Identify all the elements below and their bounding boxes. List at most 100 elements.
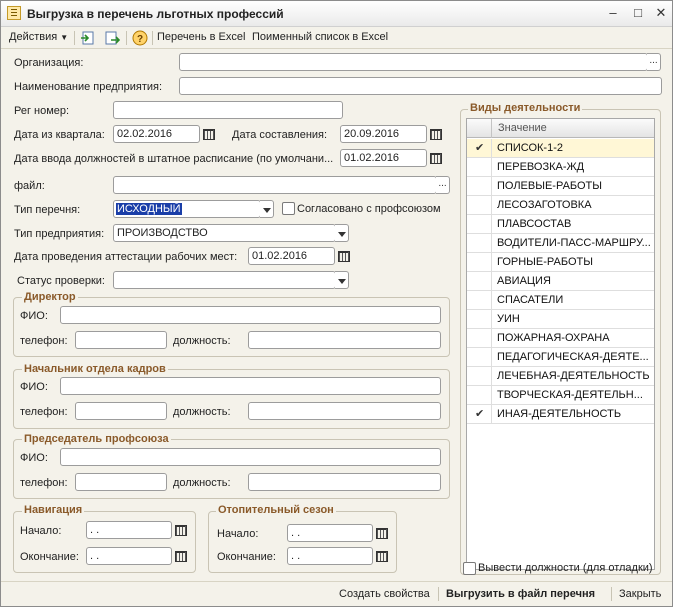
row-check-cell[interactable] bbox=[467, 310, 492, 329]
list-item[interactable]: ✔ ИНАЯ-ДЕЯТЕЛЬНОСТЬ bbox=[467, 405, 654, 424]
list-item[interactable]: ЛЕЧЕБНАЯ-ДЕЯТЕЛЬНОСТЬ bbox=[467, 367, 654, 386]
list-item[interactable]: СПАСАТЕЛИ bbox=[467, 291, 654, 310]
list-item[interactable]: ✔ СПИСОК-1-2 bbox=[467, 139, 654, 158]
close-window-button[interactable]: ✕ bbox=[652, 5, 670, 21]
toolbar-separator bbox=[74, 31, 75, 45]
debug-checkbox[interactable] bbox=[463, 562, 476, 575]
window-title: Выгрузка в перечень льготных профессий bbox=[27, 7, 284, 21]
agreed-checkbox[interactable] bbox=[282, 202, 295, 215]
union-position-field[interactable] bbox=[248, 473, 441, 491]
excel-names-button[interactable]: Поименный список в Excel bbox=[252, 30, 388, 44]
director-position-field[interactable] bbox=[248, 331, 441, 349]
row-check-cell[interactable] bbox=[467, 177, 492, 196]
list-item[interactable]: ПЕДАГОГИЧЕСКАЯ-ДЕЯТЕ... bbox=[467, 348, 654, 367]
director-phone-field[interactable] bbox=[75, 331, 167, 349]
list-item[interactable]: АВИАЦИЯ bbox=[467, 272, 654, 291]
file-label: файл: bbox=[14, 180, 45, 192]
navigation-start-field[interactable]: . . bbox=[86, 521, 172, 539]
list-item[interactable]: ВОДИТЕЛИ-ПАСС-МАРШРУ... bbox=[467, 234, 654, 253]
calendar-icon[interactable] bbox=[374, 525, 388, 541]
row-check-cell[interactable] bbox=[467, 348, 492, 367]
union-position-label: должность: bbox=[173, 477, 231, 489]
row-check-cell[interactable]: ✔ bbox=[467, 139, 492, 158]
header-check-cell bbox=[467, 119, 492, 138]
list-item[interactable]: ТВОРЧЕСКАЯ-ДЕЯТЕЛЬН... bbox=[467, 386, 654, 405]
debug-label: Вывести должности (для отладки) bbox=[478, 562, 653, 574]
chevron-down-icon[interactable] bbox=[335, 224, 349, 242]
chevron-down-icon[interactable] bbox=[335, 271, 349, 289]
list-type-select[interactable]: ИСХОДНЫЙ bbox=[113, 200, 261, 218]
column-header-value[interactable]: Значение bbox=[498, 122, 547, 134]
hr-phone-field[interactable] bbox=[75, 402, 167, 420]
arrow-out-icon[interactable] bbox=[104, 30, 121, 46]
reg-field[interactable] bbox=[113, 101, 343, 119]
row-check-cell[interactable] bbox=[467, 253, 492, 272]
check-status-select[interactable] bbox=[113, 271, 336, 289]
staff-date-field[interactable]: 01.02.2016 bbox=[340, 149, 427, 167]
director-position-label: должность: bbox=[173, 335, 231, 347]
row-check-cell[interactable] bbox=[467, 291, 492, 310]
heating-start-field[interactable]: . . bbox=[287, 524, 373, 542]
arrow-in-icon[interactable] bbox=[80, 30, 96, 46]
org-select-button[interactable]: ... bbox=[647, 53, 661, 71]
company-name-field[interactable] bbox=[179, 77, 662, 95]
row-check-cell[interactable] bbox=[467, 234, 492, 253]
list-item[interactable]: ЛЕСОЗАГОТОВКА bbox=[467, 196, 654, 215]
list-item[interactable]: ПЕРЕВОЗКА-ЖД bbox=[467, 158, 654, 177]
list-item[interactable]: ГОРНЫЕ-РАБОТЫ bbox=[467, 253, 654, 272]
org-field[interactable] bbox=[179, 53, 648, 71]
row-check-cell[interactable] bbox=[467, 158, 492, 177]
row-check-cell[interactable] bbox=[467, 329, 492, 348]
title-bar: Выгрузка в перечень льготных профессий –… bbox=[1, 1, 672, 27]
file-field[interactable] bbox=[113, 176, 437, 194]
calendar-icon[interactable] bbox=[201, 126, 215, 142]
list-type-label: Тип перечня: bbox=[14, 204, 81, 216]
union-fio-field[interactable] bbox=[60, 448, 441, 466]
create-properties-button[interactable]: Создать свойства bbox=[339, 588, 430, 600]
quarter-date-field[interactable]: 02.02.2016 bbox=[113, 125, 200, 143]
calendar-icon[interactable] bbox=[173, 548, 187, 564]
close-button[interactable]: Закрыть bbox=[619, 588, 661, 600]
hr-position-label: должность: bbox=[173, 406, 231, 418]
file-select-button[interactable]: ... bbox=[436, 176, 450, 194]
list-item[interactable]: ПОЖАРНАЯ-ОХРАНА bbox=[467, 329, 654, 348]
union-phone-field[interactable] bbox=[75, 473, 167, 491]
attest-date-field[interactable]: 01.02.2016 bbox=[248, 247, 335, 265]
hr-position-field[interactable] bbox=[248, 402, 441, 420]
help-icon[interactable]: ? bbox=[132, 30, 148, 46]
calendar-icon[interactable] bbox=[173, 522, 187, 538]
row-check-cell[interactable] bbox=[467, 386, 492, 405]
calendar-icon[interactable] bbox=[336, 248, 350, 264]
company-type-select[interactable]: ПРОИЗВОДСТВО bbox=[113, 224, 336, 242]
director-fio-field[interactable] bbox=[60, 306, 441, 324]
row-check-cell[interactable] bbox=[467, 367, 492, 386]
navigation-end-field[interactable]: . . bbox=[86, 547, 172, 565]
row-check-cell[interactable]: ✔ bbox=[467, 405, 492, 424]
hr-fio-field[interactable] bbox=[60, 377, 441, 395]
excel-list-button[interactable]: Перечень в Excel bbox=[157, 30, 245, 44]
row-check-cell[interactable] bbox=[467, 272, 492, 291]
union-fio-label: ФИО: bbox=[20, 452, 48, 464]
row-check-cell[interactable] bbox=[467, 196, 492, 215]
heating-end-field[interactable]: . . bbox=[287, 547, 373, 565]
calendar-icon[interactable] bbox=[428, 126, 442, 142]
actions-menu[interactable]: Действия ▼ bbox=[9, 30, 68, 45]
minimize-button[interactable]: – bbox=[604, 5, 622, 21]
list-item[interactable]: ПЛАВСОСТАВ bbox=[467, 215, 654, 234]
list-item-label: ПЕДАГОГИЧЕСКАЯ-ДЕЯТЕ... bbox=[497, 351, 649, 363]
list-item[interactable]: УИН bbox=[467, 310, 654, 329]
list-item-label: ЛЕСОЗАГОТОВКА bbox=[497, 199, 592, 211]
calendar-icon[interactable] bbox=[428, 150, 442, 166]
chevron-down-icon[interactable] bbox=[260, 200, 274, 218]
compose-date-field[interactable]: 20.09.2016 bbox=[340, 125, 427, 143]
list-item-label: ЛЕЧЕБНАЯ-ДЕЯТЕЛЬНОСТЬ bbox=[497, 370, 650, 382]
export-button[interactable]: Выгрузить в файл перечня bbox=[446, 588, 595, 600]
list-item-label: ПОЛЕВЫЕ-РАБОТЫ bbox=[497, 180, 603, 192]
row-check-cell[interactable] bbox=[467, 215, 492, 234]
activities-table-header: Значение bbox=[467, 119, 654, 138]
maximize-button[interactable]: □ bbox=[629, 5, 647, 21]
list-type-value: ИСХОДНЫЙ bbox=[116, 203, 182, 215]
calendar-icon[interactable] bbox=[374, 548, 388, 564]
list-item[interactable]: ПОЛЕВЫЕ-РАБОТЫ bbox=[467, 177, 654, 196]
toolbar-separator bbox=[152, 31, 153, 45]
